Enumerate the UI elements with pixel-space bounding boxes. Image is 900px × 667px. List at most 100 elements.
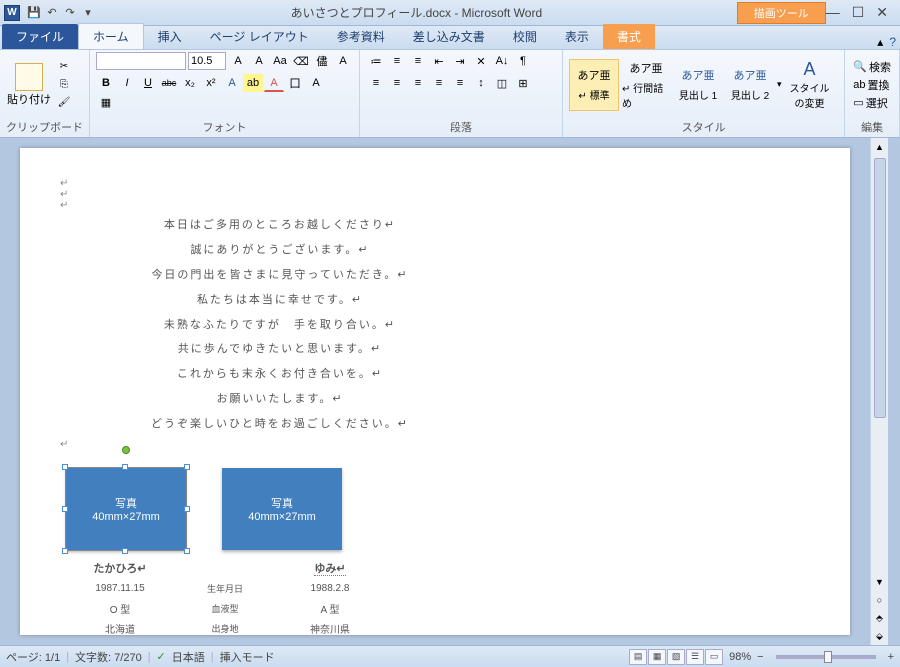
status-page[interactable]: ページ: 1/1 — [6, 649, 60, 665]
qat-customize-icon[interactable]: ▾ — [80, 5, 96, 21]
align-center-button[interactable]: ≡ — [387, 74, 407, 92]
tab-insert[interactable]: 挿入 — [144, 24, 196, 49]
text-effects-button[interactable]: A — [222, 74, 242, 92]
tab-file[interactable]: ファイル — [2, 24, 78, 49]
photo-placeholder-left[interactable]: 写真 40mm×27mm — [66, 468, 186, 550]
zoom-out-button[interactable]: − — [757, 651, 763, 663]
shrink-font-button[interactable]: A — [249, 52, 269, 70]
bullets-button[interactable]: ≔ — [366, 52, 386, 70]
style-normal[interactable]: あア亜 ↵ 標準 — [569, 59, 619, 111]
view-print-layout-button[interactable]: ▤ — [629, 649, 647, 665]
scroll-up-button[interactable]: ▲ — [871, 138, 888, 156]
numbering-button[interactable]: ≡ — [387, 52, 407, 70]
prev-page-button[interactable]: ⬘ — [871, 609, 888, 627]
resize-handle[interactable] — [184, 464, 190, 470]
superscript-button[interactable]: x² — [201, 74, 221, 92]
tab-page-layout[interactable]: ページ レイアウト — [196, 24, 323, 49]
resize-handle[interactable] — [62, 464, 68, 470]
photo-placeholder-right[interactable]: 写真 40mm×27mm — [222, 468, 342, 550]
borders-button[interactable]: ⊞ — [513, 74, 533, 92]
strike-button[interactable]: abc — [159, 74, 179, 92]
redo-icon[interactable]: ↷ — [62, 5, 78, 21]
style-no-spacing[interactable]: あア亜 ↵ 行間詰め — [621, 59, 671, 111]
highlight-button[interactable]: ab — [243, 74, 263, 92]
enclose-char-button[interactable]: A — [333, 52, 353, 70]
distribute-button[interactable]: ≡ — [450, 74, 470, 92]
tab-references[interactable]: 参考資料 — [323, 24, 399, 49]
underline-button[interactable]: U — [138, 74, 158, 92]
tab-format[interactable]: 書式 — [603, 24, 655, 49]
status-language[interactable]: 日本語 — [172, 649, 205, 665]
format-painter-icon[interactable]: 🖌 — [56, 95, 72, 111]
change-styles-button[interactable]: A スタイルの変更 — [786, 59, 834, 110]
next-page-button[interactable]: ⬙ — [871, 627, 888, 645]
view-web-button[interactable]: ▧ — [667, 649, 685, 665]
cut-icon[interactable]: ✂ — [56, 59, 72, 75]
char-shade2-button[interactable]: ▦ — [96, 93, 116, 111]
grow-font-button[interactable]: A — [228, 52, 248, 70]
font-family-select[interactable] — [96, 52, 186, 70]
ruby-button[interactable]: 儘 — [312, 52, 332, 70]
zoom-slider[interactable] — [776, 655, 876, 659]
style-heading1[interactable]: あア亜 見出し 1 — [673, 59, 723, 111]
asian-layout-button[interactable]: ✕ — [471, 52, 491, 70]
style-heading2[interactable]: あア亜 見出し 2 — [725, 59, 775, 111]
minimize-ribbon-icon[interactable]: ▴ — [877, 35, 883, 49]
resize-handle[interactable] — [122, 464, 128, 470]
resize-handle[interactable] — [62, 548, 68, 554]
clear-formatting-button[interactable]: ⌫ — [291, 52, 311, 70]
vertical-scrollbar[interactable]: ▲ ▼ ○ ⬘ ⬙ — [870, 138, 888, 645]
resize-handle[interactable] — [122, 548, 128, 554]
font-size-select[interactable] — [188, 52, 226, 70]
bold-button[interactable]: B — [96, 74, 116, 92]
replace-button[interactable]: ab置換 — [853, 77, 891, 93]
align-right-button[interactable]: ≡ — [408, 74, 428, 92]
char-shading-button[interactable]: A — [306, 74, 326, 92]
multilevel-button[interactable]: ≡ — [408, 52, 428, 70]
select-button[interactable]: ▭選択 — [853, 95, 891, 111]
page[interactable]: ↵ ↵ ↵ 本日はご多用のところお越しくださり↵ 誠にありがとうございます。↵ … — [20, 148, 850, 635]
tab-review[interactable]: 校閲 — [499, 24, 551, 49]
resize-handle[interactable] — [62, 506, 68, 512]
zoom-level[interactable]: 98% — [729, 651, 751, 663]
resize-handle[interactable] — [184, 506, 190, 512]
show-marks-button[interactable]: ¶ — [513, 52, 533, 70]
change-case-button[interactable]: Aa — [270, 52, 290, 70]
status-insert-mode[interactable]: 挿入モード — [220, 649, 275, 665]
view-outline-button[interactable]: ☰ — [686, 649, 704, 665]
italic-button[interactable]: I — [117, 74, 137, 92]
close-button[interactable]: ✕ — [876, 4, 888, 21]
help-icon[interactable]: ? — [889, 35, 896, 49]
align-left-button[interactable]: ≡ — [366, 74, 386, 92]
save-icon[interactable]: 💾 — [26, 5, 42, 21]
copy-icon[interactable]: ⎘ — [56, 77, 72, 93]
sort-button[interactable]: A↓ — [492, 52, 512, 70]
view-fullscreen-button[interactable]: ▦ — [648, 649, 666, 665]
subscript-button[interactable]: x₂ — [180, 74, 200, 92]
style-gallery-more-icon[interactable]: ▾ — [777, 79, 782, 90]
zoom-in-button[interactable]: + — [888, 651, 894, 663]
minimize-button[interactable]: — — [826, 4, 840, 21]
tab-mailings[interactable]: 差し込み文書 — [399, 24, 499, 49]
resize-handle[interactable] — [184, 548, 190, 554]
browse-object-icon[interactable]: ○ — [871, 591, 888, 609]
scroll-thumb[interactable] — [874, 158, 886, 418]
line-spacing-button[interactable]: ↕ — [471, 74, 491, 92]
justify-button[interactable]: ≡ — [429, 74, 449, 92]
increase-indent-button[interactable]: ⇥ — [450, 52, 470, 70]
paste-button[interactable]: 貼り付け — [6, 63, 52, 107]
char-border-button[interactable]: 囗 — [285, 74, 305, 92]
font-color-button[interactable]: A — [264, 74, 284, 92]
tab-view[interactable]: 表示 — [551, 24, 603, 49]
view-draft-button[interactable]: ▭ — [705, 649, 723, 665]
rotate-handle[interactable] — [122, 446, 130, 454]
status-word-count[interactable]: 文字数: 7/270 — [75, 649, 142, 665]
undo-icon[interactable]: ↶ — [44, 5, 60, 21]
style-gallery[interactable]: あア亜 ↵ 標準 あア亜 ↵ 行間詰め あア亜 見出し 1 あア亜 見出し 2 … — [569, 59, 782, 111]
proofing-icon[interactable]: ✓ — [157, 650, 166, 663]
find-button[interactable]: 🔍検索 — [853, 59, 891, 75]
scroll-down-button[interactable]: ▼ — [871, 573, 888, 591]
tab-home[interactable]: ホーム — [78, 23, 144, 49]
zoom-slider-handle[interactable] — [824, 651, 832, 663]
maximize-button[interactable]: ☐ — [852, 4, 865, 21]
